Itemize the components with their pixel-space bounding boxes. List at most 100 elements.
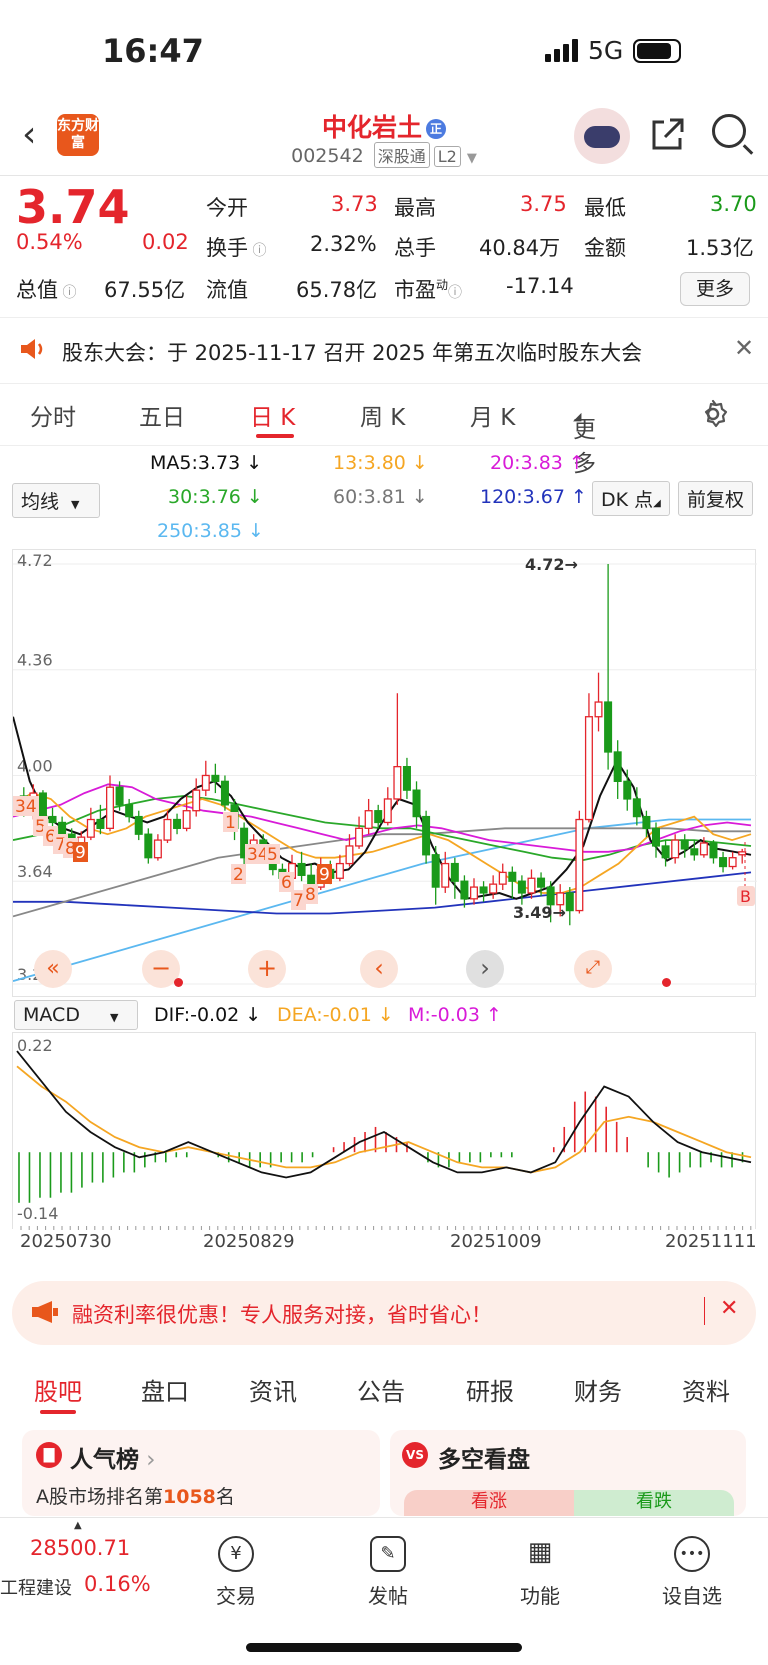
info-icon[interactable]: ⓘ xyxy=(248,243,266,259)
y-tick-label: 3.64 xyxy=(17,862,53,881)
buy-point-label: 34 xyxy=(15,797,37,817)
tab-weekly-k[interactable]: 周 K xyxy=(360,398,405,432)
candle xyxy=(584,716,593,821)
promo-text: 融资利率很优惠！专人服务对接，省时省心！ xyxy=(72,1303,492,1327)
tab-finance[interactable]: 财务 xyxy=(574,1372,622,1407)
signal-icon xyxy=(545,39,578,62)
candle xyxy=(201,774,210,791)
yen-coin-icon: ¥ xyxy=(218,1536,254,1572)
candle xyxy=(489,883,498,894)
current-price: 3.74 xyxy=(16,180,130,234)
info-icon[interactable]: ⓘ xyxy=(58,285,76,301)
candle xyxy=(642,815,651,829)
bull-bear-card[interactable]: VS 多空看盘 看涨 看跌 xyxy=(390,1430,746,1516)
info-icon[interactable]: ⓘ xyxy=(448,285,462,301)
macd-select[interactable]: MACD ▼ xyxy=(14,1000,138,1030)
nav-watchlist[interactable]: ••• 设自选 xyxy=(642,1536,742,1609)
nav-function[interactable]: ▦ 功能 xyxy=(490,1536,590,1609)
candle xyxy=(115,786,124,806)
bull-button[interactable]: 看涨 xyxy=(404,1490,574,1516)
dot-indicator xyxy=(662,978,671,987)
rank-chart-icon: ▇ xyxy=(36,1442,62,1468)
fullscreen-icon[interactable]: ⤢ xyxy=(574,950,612,988)
more-button[interactable]: 更多 xyxy=(680,272,750,306)
candle xyxy=(469,886,479,900)
caret-icon: ◢ xyxy=(653,498,661,509)
zoom-in-icon[interactable]: + xyxy=(248,950,286,988)
divider xyxy=(704,1297,705,1325)
index-value[interactable]: 28500.71 xyxy=(30,1536,130,1560)
index-change: 0.16% xyxy=(84,1572,151,1596)
float-label: 流值 xyxy=(206,278,248,302)
dk-point-button[interactable]: DK 点◢ xyxy=(592,481,670,516)
tab-five-day[interactable]: 五日 xyxy=(139,398,185,432)
prev-icon[interactable]: ‹ xyxy=(360,950,398,988)
adjust-button[interactable]: 前复权 xyxy=(678,481,754,516)
tab-research[interactable]: 研报 xyxy=(466,1372,514,1407)
next-icon[interactable]: › xyxy=(466,950,504,988)
close-icon[interactable]: ✕ xyxy=(734,334,754,362)
caret-icon: ◢ xyxy=(573,410,582,423)
ma20-label: 20:3.83 ↑ xyxy=(490,452,585,474)
candle xyxy=(393,766,402,800)
candle xyxy=(355,827,364,847)
network-status: 5G xyxy=(545,36,682,65)
candle xyxy=(173,818,182,829)
tab-pankou[interactable]: 盘口 xyxy=(141,1372,189,1407)
index-name[interactable]: 工程建设 xyxy=(0,1574,72,1600)
b-marker: B xyxy=(740,887,751,906)
share-icon[interactable] xyxy=(648,116,686,163)
kline-chart[interactable]: 4.724.364.003.643.294.72→3.49→B345678912… xyxy=(12,549,757,998)
rewind-icon[interactable]: « xyxy=(34,950,72,988)
bear-button[interactable]: 看跌 xyxy=(574,1490,734,1516)
candle xyxy=(699,842,708,856)
chart-controls: « − + ‹ › ⤢ xyxy=(30,950,730,990)
dea-line xyxy=(16,1065,752,1174)
float-value: 65.78亿 xyxy=(296,278,378,302)
nav-trade[interactable]: ¥ 交易 xyxy=(186,1536,286,1609)
ma120-line xyxy=(13,871,752,915)
promo-banner[interactable]: 融资利率很优惠！专人服务对接，省时省心！ ✕ xyxy=(12,1281,756,1345)
candle xyxy=(508,871,517,882)
tab-news[interactable]: 资讯 xyxy=(249,1372,297,1407)
tab-monthly-k[interactable]: 月 K xyxy=(470,398,515,432)
vs-icon: VS xyxy=(402,1442,428,1468)
candle xyxy=(441,862,450,888)
tab-daily-k[interactable]: 日 K xyxy=(250,398,295,432)
dif-line xyxy=(16,1050,752,1179)
grid-icon: ▦ xyxy=(527,1537,553,1567)
tab-intraday[interactable]: 分时 xyxy=(30,398,76,432)
macd-svg[interactable]: 0.22 -0.14 xyxy=(13,1033,757,1230)
active-tab-indicator xyxy=(256,434,294,438)
candle xyxy=(671,839,680,859)
kline-svg[interactable]: 4.724.364.003.643.294.72→3.49→B345678912… xyxy=(12,550,757,998)
date-label: 20250730 xyxy=(20,1231,112,1252)
candle xyxy=(412,789,421,818)
candle xyxy=(450,862,459,882)
popularity-card[interactable]: ▇ 人气榜 › A股市场排名第1058名 xyxy=(22,1430,380,1516)
close-icon[interactable]: ✕ xyxy=(720,1296,738,1321)
nav-post[interactable]: ✎ 发帖 xyxy=(338,1536,438,1609)
mktcap-value: 67.55亿 xyxy=(104,278,186,302)
ma60-line xyxy=(12,827,751,918)
candle xyxy=(460,880,469,900)
tab-profile[interactable]: 资料 xyxy=(682,1372,730,1407)
low-marker: 3.49→ xyxy=(513,903,566,922)
candle xyxy=(719,857,728,868)
candle xyxy=(728,857,737,868)
caret-down-icon: ▼ xyxy=(466,151,477,166)
search-icon[interactable] xyxy=(712,114,746,148)
macd-chart[interactable]: 0.22 -0.14 xyxy=(12,1032,757,1230)
indicator-select[interactable]: 均线 ▼ xyxy=(12,483,100,518)
notice-bar[interactable]: 股东大会：于 2025-11-17 召开 2025 年第五次临时股东大会 ✕ xyxy=(0,318,768,384)
ma250-label: 250:3.85 ↓ xyxy=(157,520,264,542)
candle xyxy=(537,877,546,888)
pe-value: -17.14 xyxy=(506,274,574,298)
volume-value: 40.84万 xyxy=(479,236,561,260)
settings-gear-icon[interactable] xyxy=(697,398,729,436)
chart-period-tabs: 分时 五日 日 K 周 K 月 K 更多 ◢ xyxy=(0,386,768,477)
candle xyxy=(153,839,162,859)
tab-announcements[interactable]: 公告 xyxy=(357,1372,405,1407)
assistant-robot-icon[interactable] xyxy=(574,108,630,164)
tab-guba[interactable]: 股吧 xyxy=(34,1372,82,1407)
